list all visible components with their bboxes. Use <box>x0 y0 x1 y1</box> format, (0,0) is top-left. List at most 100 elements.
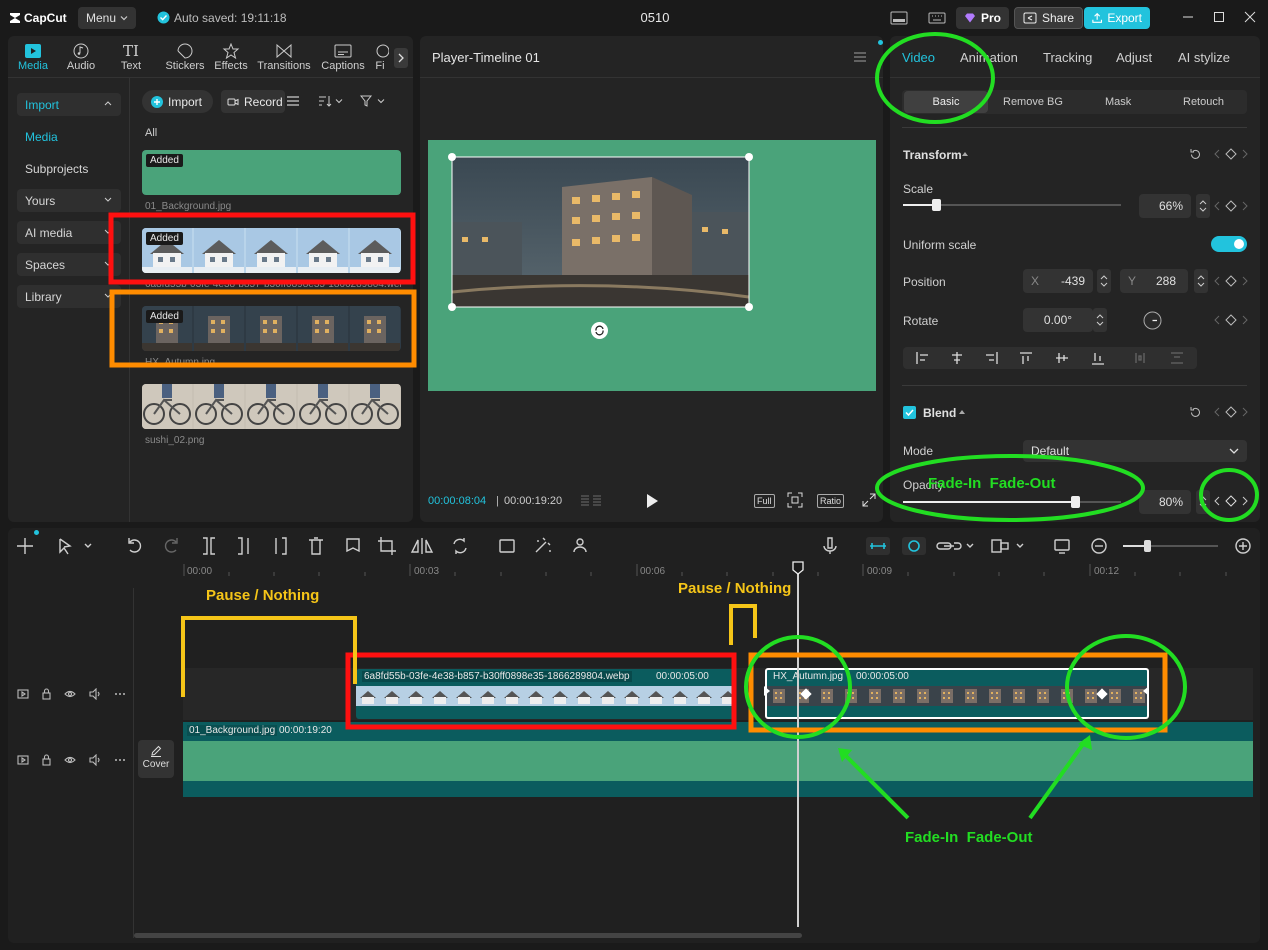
clip-webp[interactable]: 6a8fd55b-03fe-4e38-b857-b30ff0898e35-186… <box>356 669 734 719</box>
list-view-icon[interactable] <box>286 95 300 107</box>
add-track-button[interactable] <box>16 535 36 557</box>
subtab-retouch[interactable]: Retouch <box>1183 96 1224 108</box>
pro-button[interactable]: Pro <box>956 7 1010 29</box>
tab-video[interactable]: Video <box>902 50 935 65</box>
tab-stickers[interactable]: Stickers <box>160 42 210 72</box>
tab-ai-stylize[interactable]: AI stylize <box>1178 50 1230 65</box>
export-button[interactable]: Export <box>1084 7 1150 29</box>
undo-icon[interactable] <box>124 535 144 557</box>
split-icon[interactable] <box>198 535 218 557</box>
preview-canvas[interactable] <box>428 140 876 391</box>
zoom-in-icon[interactable] <box>1233 535 1253 557</box>
microphone-icon[interactable] <box>818 535 838 557</box>
sidebar-item-ai-media[interactable]: AI media <box>17 221 121 244</box>
zoom-out-icon[interactable] <box>1089 535 1109 557</box>
crop-icon[interactable] <box>376 535 396 557</box>
play-icon[interactable] <box>645 493 659 509</box>
position-keyframe-nav[interactable] <box>1214 275 1248 287</box>
mode-select[interactable]: Default <box>1023 440 1247 462</box>
person-icon[interactable] <box>570 535 590 557</box>
scale-input[interactable]: 66% <box>1139 194 1191 218</box>
subtab-basic[interactable]: Basic <box>904 91 988 113</box>
fit-timeline-icon[interactable] <box>1053 535 1073 557</box>
clip-left-handle[interactable] <box>764 686 770 696</box>
position-y-stepper[interactable] <box>1194 269 1208 293</box>
sidebar-item-yours[interactable]: Yours <box>17 189 121 212</box>
tab-tracking[interactable]: Tracking <box>1043 50 1092 65</box>
hd-icon[interactable] <box>498 535 518 557</box>
redo-icon[interactable] <box>160 535 180 557</box>
split-right-icon[interactable] <box>270 535 290 557</box>
blend-section-title[interactable]: Blend <box>923 406 956 420</box>
tab-adjust[interactable]: Adjust <box>1116 50 1152 65</box>
media-item-autumn[interactable]: Added <box>142 306 401 351</box>
opacity-stepper[interactable] <box>1196 490 1210 514</box>
timeline-ruler[interactable] <box>183 562 1253 580</box>
tab-captions[interactable]: Captions <box>318 42 368 72</box>
preview-axis-icon[interactable] <box>990 535 1026 557</box>
sidebar-item-spaces[interactable]: Spaces <box>17 253 121 276</box>
media-item-sushi[interactable] <box>142 384 401 429</box>
position-x-stepper[interactable] <box>1097 269 1111 293</box>
subtab-remove-bg[interactable]: Remove BG <box>1003 96 1063 108</box>
sidebar-item-subprojects[interactable]: Subprojects <box>25 162 88 176</box>
blend-checkbox[interactable] <box>903 406 916 419</box>
clip-autumn[interactable]: HX_Autumn.jpg 00:00:05:00 <box>765 668 1149 719</box>
opacity-slider[interactable] <box>903 496 1121 508</box>
cover-button[interactable]: Cover <box>138 740 174 778</box>
delete-icon[interactable] <box>303 535 323 557</box>
split-left-icon[interactable] <box>232 535 252 557</box>
sidebar-item-media[interactable]: Media <box>25 130 58 144</box>
scale-keyframe-nav[interactable] <box>1214 200 1248 212</box>
sort-button[interactable] <box>318 95 343 107</box>
media-item-background[interactable]: Added <box>142 150 401 195</box>
tab-effects[interactable]: Effects <box>210 42 252 72</box>
reset-icon[interactable] <box>1189 406 1202 419</box>
marker-icon[interactable] <box>340 535 360 557</box>
close-icon[interactable] <box>1244 11 1256 23</box>
rotate-dial-icon[interactable] <box>1143 311 1162 330</box>
timeline-horizontal-scrollbar[interactable] <box>134 933 802 938</box>
position-y-field[interactable]: Y 288 <box>1120 269 1188 293</box>
tab-animation[interactable]: Animation <box>960 50 1018 65</box>
tab-audio[interactable]: Audio <box>62 42 100 72</box>
tab-filters[interactable]: Fi <box>370 42 390 72</box>
opacity-keyframe-nav[interactable] <box>1214 495 1248 507</box>
scale-slider[interactable] <box>903 199 1121 211</box>
sidebar-item-import[interactable]: Import <box>17 93 121 116</box>
tab-media[interactable]: Media <box>14 42 52 72</box>
subtab-mask[interactable]: Mask <box>1105 96 1131 108</box>
fullscreen-icon[interactable] <box>862 493 876 507</box>
import-button[interactable]: Import <box>142 90 213 113</box>
layout-icon[interactable] <box>890 10 908 26</box>
position-x-field[interactable]: X -439 <box>1023 269 1093 293</box>
auto-snap-icon[interactable] <box>902 535 926 557</box>
tabs-scroll-right-button[interactable] <box>394 48 408 68</box>
rotate-stepper[interactable] <box>1093 308 1107 332</box>
fit-screen-icon[interactable] <box>787 492 803 508</box>
transform-section-title[interactable]: Transform <box>903 148 962 162</box>
scale-stepper[interactable] <box>1196 194 1210 218</box>
menu-button[interactable]: Menu <box>78 7 137 29</box>
ratio-button[interactable]: Ratio <box>817 494 845 508</box>
scale-slider-thumb[interactable] <box>932 199 941 211</box>
keyframe-nav[interactable] <box>1214 148 1248 160</box>
tab-text[interactable]: TI Text <box>112 42 150 72</box>
player-menu-icon[interactable] <box>853 51 867 63</box>
record-button[interactable]: Record <box>221 90 285 113</box>
blend-keyframe-nav[interactable] <box>1214 406 1248 418</box>
opacity-input[interactable]: 80% <box>1139 490 1191 514</box>
rotate-clip-icon[interactable] <box>448 535 468 557</box>
magic-wand-icon[interactable] <box>534 535 554 557</box>
filter-button[interactable] <box>360 95 385 107</box>
playhead[interactable] <box>797 562 799 927</box>
select-tool-button[interactable] <box>56 535 96 557</box>
selection-frame[interactable] <box>428 140 876 391</box>
rotate-handle-icon[interactable] <box>591 322 608 339</box>
minimize-icon[interactable] <box>1182 11 1194 23</box>
mirror-icon[interactable] <box>412 535 432 557</box>
reset-icon[interactable] <box>1189 148 1202 161</box>
clip-background[interactable]: 01_Background.jpg 00:00:19:20 <box>183 722 1253 797</box>
clip-right-handle[interactable] <box>1143 686 1149 696</box>
share-button[interactable]: Share <box>1014 7 1084 29</box>
